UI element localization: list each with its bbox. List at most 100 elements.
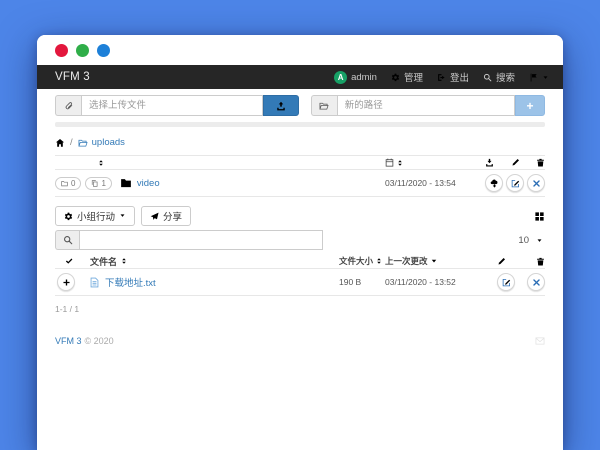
file-select-button[interactable] bbox=[57, 273, 75, 291]
edit-icon bbox=[511, 179, 520, 188]
filter-input[interactable] bbox=[79, 230, 323, 250]
edit-icon bbox=[502, 278, 511, 287]
navbar-right: A admin 管理 登出 搜索 bbox=[334, 70, 549, 84]
home-icon bbox=[55, 138, 65, 148]
search-icon bbox=[55, 230, 79, 250]
sort-icon bbox=[396, 159, 404, 167]
file-delete-button[interactable] bbox=[527, 273, 545, 291]
folder-outline-icon bbox=[61, 180, 68, 187]
sort-icon bbox=[97, 159, 105, 167]
gear-icon bbox=[64, 212, 73, 221]
app-brand: VFM 3 bbox=[55, 71, 90, 83]
folder-open-icon bbox=[311, 95, 337, 116]
nav-item-logout[interactable]: 登出 bbox=[437, 70, 469, 84]
sort-icon bbox=[375, 257, 383, 265]
upload-file-input[interactable] bbox=[81, 95, 263, 116]
create-path-button[interactable]: + bbox=[515, 95, 545, 116]
file-text-icon bbox=[89, 277, 100, 288]
language-menu[interactable] bbox=[529, 73, 549, 82]
flag-icon bbox=[529, 73, 538, 82]
sign-out-icon bbox=[437, 73, 446, 82]
folder-modified-date: 03/11/2020 - 13:54 bbox=[385, 178, 485, 188]
breadcrumb-root-link[interactable] bbox=[55, 138, 65, 148]
trash-icon bbox=[536, 257, 545, 266]
files-table-header: 文件名 文件大小 上一次更改 bbox=[55, 254, 545, 269]
upload-icon bbox=[276, 101, 286, 111]
footer-brand-link[interactable]: VFM 3 bbox=[55, 336, 82, 346]
nav-item-manage[interactable]: 管理 bbox=[391, 70, 423, 84]
manage-label: 管理 bbox=[404, 70, 423, 84]
breadcrumb: / uploads bbox=[55, 137, 545, 148]
upload-progress-bar bbox=[55, 122, 545, 127]
pencil-icon bbox=[511, 158, 520, 167]
upload-button[interactable] bbox=[263, 95, 299, 116]
page-size-select[interactable]: 10 bbox=[518, 235, 545, 246]
file-row: 下载地址.txt 190 B 03/11/2020 - 13:52 bbox=[55, 269, 545, 296]
folder-date-sort[interactable] bbox=[385, 158, 485, 167]
minimize-window-dot[interactable] bbox=[76, 44, 89, 57]
new-path-input[interactable] bbox=[337, 95, 515, 116]
close-icon bbox=[532, 179, 541, 188]
footer-contact-button[interactable] bbox=[535, 336, 545, 346]
folder-download-button[interactable] bbox=[485, 174, 503, 192]
folder-row: 0 1 video 03/11/2020 - 13:54 bbox=[55, 170, 545, 197]
copy-icon bbox=[91, 180, 98, 187]
group-actions-button[interactable]: 小组行动 bbox=[55, 206, 135, 226]
file-count-badge: 1 bbox=[85, 177, 111, 190]
footer: VFM 3 © 2020 bbox=[55, 336, 545, 346]
app-navbar: VFM 3 A admin 管理 登出 搜索 bbox=[37, 65, 563, 89]
file-modified-sort[interactable]: 上一次更改 bbox=[385, 255, 485, 267]
file-link[interactable]: 下载地址.txt bbox=[105, 275, 156, 289]
download-icon bbox=[485, 158, 494, 167]
upload-panel: + bbox=[55, 95, 545, 116]
folder-rename-button[interactable] bbox=[506, 174, 524, 192]
upload-file-group bbox=[55, 95, 299, 116]
grid-view-button[interactable] bbox=[534, 211, 545, 222]
user-menu[interactable]: A admin bbox=[334, 71, 377, 84]
files-table: 文件名 文件大小 上一次更改 bbox=[55, 254, 545, 296]
folder-open-icon bbox=[78, 138, 88, 148]
caret-down-icon bbox=[430, 257, 438, 265]
pagination-label: 1-1 / 1 bbox=[55, 304, 545, 314]
folder-link[interactable]: video bbox=[137, 178, 160, 189]
footer-copyright: © 2020 bbox=[85, 336, 114, 346]
folder-icon bbox=[120, 177, 132, 189]
actions-toolbar: 小组行动 分享 bbox=[55, 206, 545, 226]
caret-down-icon bbox=[119, 212, 126, 219]
logout-label: 登出 bbox=[450, 70, 469, 84]
calendar-icon bbox=[385, 158, 394, 167]
trash-icon bbox=[536, 158, 545, 167]
breadcrumb-current-label: uploads bbox=[92, 137, 125, 148]
sort-icon bbox=[120, 257, 128, 265]
search-icon bbox=[483, 73, 492, 82]
folders-table-header bbox=[55, 155, 545, 170]
window-titlebar bbox=[37, 35, 563, 65]
file-name-sort[interactable]: 文件名 bbox=[90, 255, 128, 268]
pencil-icon bbox=[497, 257, 506, 266]
paper-plane-icon bbox=[150, 212, 159, 221]
close-window-dot[interactable] bbox=[55, 44, 68, 57]
new-path-group: + bbox=[311, 95, 545, 116]
subfolder-count-badge: 0 bbox=[55, 177, 81, 190]
file-size: 190 B bbox=[339, 277, 385, 287]
filter-group bbox=[55, 230, 323, 250]
grid-icon bbox=[534, 211, 545, 222]
chevron-down-icon bbox=[542, 74, 549, 81]
browser-window: VFM 3 A admin 管理 登出 搜索 bbox=[37, 35, 563, 450]
folders-table: 0 1 video 03/11/2020 - 13:54 bbox=[55, 155, 545, 197]
share-button[interactable]: 分享 bbox=[141, 206, 191, 226]
maximize-window-dot[interactable] bbox=[97, 44, 110, 57]
caret-down-icon bbox=[536, 237, 543, 244]
nav-item-search[interactable]: 搜索 bbox=[483, 70, 515, 84]
plus-icon bbox=[62, 278, 71, 287]
folder-name-sort[interactable] bbox=[97, 159, 105, 167]
file-size-sort[interactable]: 文件大小 bbox=[339, 255, 385, 267]
file-rename-button[interactable] bbox=[497, 273, 515, 291]
paperclip-icon bbox=[55, 95, 81, 116]
breadcrumb-current-folder[interactable]: uploads bbox=[78, 137, 125, 148]
folder-delete-button[interactable] bbox=[527, 174, 545, 192]
breadcrumb-separator: / bbox=[70, 137, 73, 148]
select-all-check-icon[interactable] bbox=[65, 257, 73, 265]
cloud-download-icon bbox=[490, 179, 499, 188]
user-avatar: A bbox=[334, 71, 347, 84]
